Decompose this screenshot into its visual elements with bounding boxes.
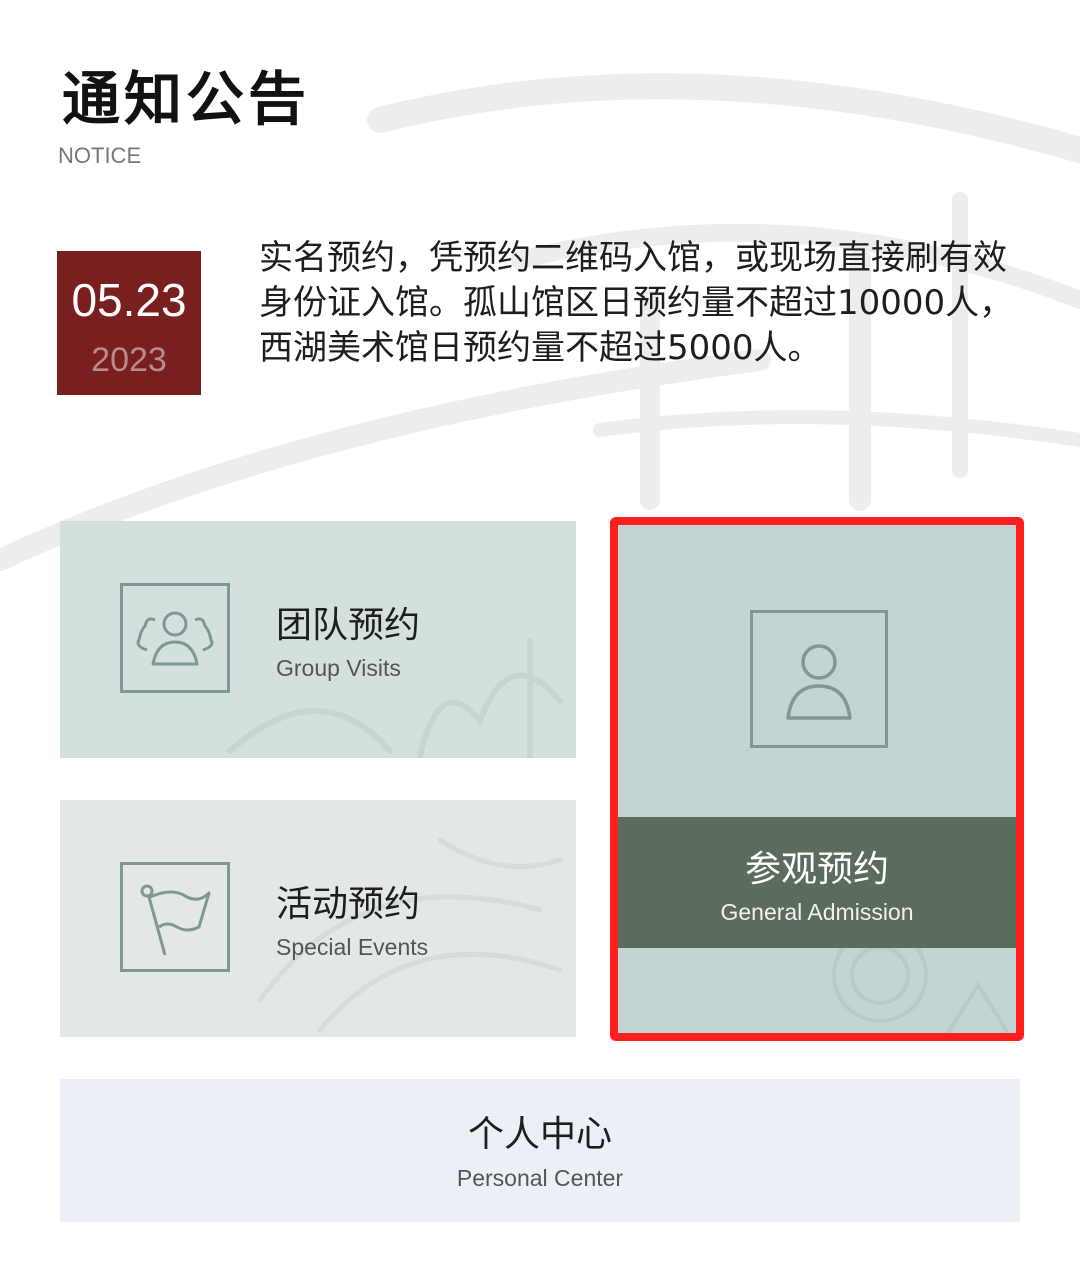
group-visits-title: 团队预约 xyxy=(276,605,421,646)
page-subtitle: NOTICE xyxy=(58,143,142,168)
card-watermark xyxy=(832,927,1010,1033)
general-admission-card[interactable]: 参观预约 General Admission xyxy=(610,517,1024,1041)
special-events-title: 活动预约 xyxy=(276,884,421,925)
personal-center-title: 个人中心 xyxy=(467,1114,612,1155)
personal-center-subtitle: Personal Center xyxy=(456,1165,624,1191)
special-events-subtitle: Special Events xyxy=(276,934,429,960)
general-admission-title: 参观预约 xyxy=(744,849,889,890)
group-visits-subtitle: Group Visits xyxy=(276,655,401,681)
special-events-card[interactable]: 活动预约 Special Events xyxy=(60,800,576,1037)
notice-text[interactable]: 实名预约，凭预约二维码入馆，或现场直接刷有效身份证入馆。孤山馆区日预约量不超过1… xyxy=(259,236,1019,371)
notice-date-year: 2023 xyxy=(91,341,167,379)
page-title: 通知公告 xyxy=(62,65,311,133)
general-admission-band: 参观预约 General Admission xyxy=(618,817,1016,948)
flag-icon xyxy=(120,862,230,972)
person-icon xyxy=(750,610,888,748)
group-visits-card[interactable]: 团队预约 Group Visits xyxy=(60,521,576,758)
general-admission-subtitle: General Admission xyxy=(720,899,914,925)
notice-date-day: 05.23 xyxy=(71,274,187,326)
group-icon xyxy=(120,583,230,693)
personal-center-button[interactable]: 个人中心 Personal Center xyxy=(60,1079,1020,1222)
